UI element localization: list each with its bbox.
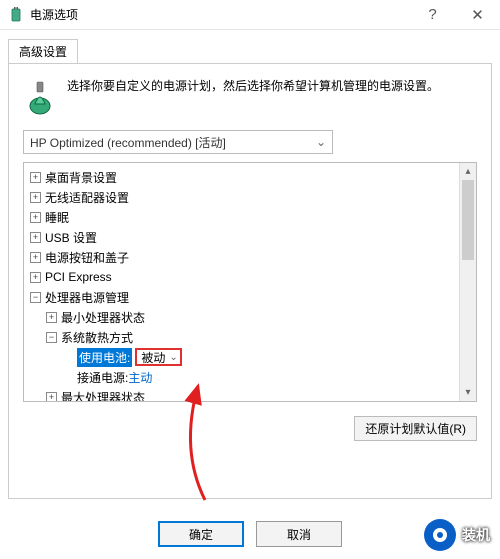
- tree-row[interactable]: + 电源按钮和盖子: [26, 247, 459, 267]
- expand-icon[interactable]: +: [30, 212, 41, 223]
- tree-item-label: 处理器电源管理: [45, 289, 129, 306]
- watermark-text: 装机: [462, 525, 490, 545]
- tree-row[interactable]: −系统散热方式: [42, 327, 459, 347]
- tree-row[interactable]: + 最大处理器状态: [42, 387, 459, 401]
- tree-row[interactable]: 使用电池: 被动 ⌄: [58, 347, 459, 367]
- tree-item-label: 电源按钮和盖子: [45, 249, 129, 266]
- watermark: 装机: [424, 519, 490, 551]
- tab-panel: 选择你要自定义的电源计划，然后选择你希望计算机管理的电源设置。 HP Optim…: [8, 63, 492, 499]
- collapse-icon[interactable]: −: [30, 292, 41, 303]
- cancel-button[interactable]: 取消: [256, 521, 342, 547]
- restore-defaults-button[interactable]: 还原计划默认值(R): [354, 416, 477, 441]
- tree-item-label: 系统散热方式: [61, 329, 133, 346]
- tree-row[interactable]: 接通电源: 主动: [58, 367, 459, 387]
- help-button[interactable]: ?: [410, 0, 455, 30]
- expand-icon[interactable]: +: [46, 312, 57, 323]
- watermark-logo-icon: [424, 519, 456, 551]
- expand-icon[interactable]: +: [30, 252, 41, 263]
- tree-row[interactable]: + 无线适配器设置: [26, 187, 459, 207]
- tree-item-label: 最大处理器状态: [61, 389, 145, 402]
- battery-bulb-icon: [23, 76, 57, 116]
- tree-item-label: 桌面背景设置: [45, 169, 117, 186]
- value-text: 主动: [128, 369, 152, 386]
- tree-row[interactable]: + PCI Express: [26, 267, 459, 287]
- power-plan-dropdown[interactable]: HP Optimized (recommended) [活动] ⌄: [23, 130, 333, 154]
- tree-item-label: 睡眠: [45, 209, 69, 226]
- tree-row[interactable]: + 桌面背景设置: [26, 167, 459, 187]
- chevron-down-icon: ⌄: [169, 352, 177, 363]
- collapse-icon[interactable]: −: [46, 332, 57, 343]
- tree-item-label: PCI Express: [45, 270, 112, 284]
- tree-item-label: 无线适配器设置: [45, 189, 129, 206]
- tree-row[interactable]: + USB 设置: [26, 227, 459, 247]
- close-button[interactable]: ✕: [455, 0, 500, 30]
- scroll-up-icon[interactable]: ▴: [460, 163, 476, 180]
- title-bar: 电源选项 ? ✕: [0, 0, 500, 30]
- tree-item-label: 最小处理器状态: [61, 309, 145, 326]
- expand-icon[interactable]: +: [46, 392, 57, 402]
- power-plan-label: HP Optimized (recommended) [活动]: [30, 134, 226, 151]
- tree-row[interactable]: + 睡眠: [26, 207, 459, 227]
- expand-icon[interactable]: +: [30, 172, 41, 183]
- scroll-thumb[interactable]: [462, 180, 474, 260]
- window-title: 电源选项: [30, 6, 410, 23]
- value-dropdown[interactable]: 被动 ⌄: [135, 348, 181, 366]
- scroll-down-icon[interactable]: ▾: [460, 384, 476, 401]
- tab-advanced[interactable]: 高级设置: [8, 39, 78, 64]
- tree-item-label: 使用电池:: [77, 348, 132, 367]
- settings-tree: + 桌面背景设置 + 无线适配器设置 + 睡眠 + USB 设置 + 电源按钮和盖子 + PCI Ex…: [23, 162, 477, 402]
- tree-item-label: USB 设置: [45, 229, 97, 246]
- ok-button[interactable]: 确定: [158, 521, 244, 547]
- power-options-icon: [8, 7, 24, 23]
- expand-icon[interactable]: +: [30, 272, 41, 283]
- description-text: 选择你要自定义的电源计划，然后选择你希望计算机管理的电源设置。: [67, 76, 439, 116]
- chevron-down-icon: ⌄: [316, 135, 326, 149]
- expand-icon[interactable]: +: [30, 192, 41, 203]
- value-text: 被动: [141, 349, 165, 366]
- tree-row[interactable]: −处理器电源管理: [26, 287, 459, 307]
- expand-icon[interactable]: +: [30, 232, 41, 243]
- tree-item-label: 接通电源:: [77, 369, 128, 386]
- tree-row[interactable]: + 最小处理器状态: [42, 307, 459, 327]
- tab-container: 高级设置 选择你要自定义的电源计划，然后选择你希望计算机管理的电源设置。 HP …: [0, 30, 500, 499]
- scrollbar-vertical[interactable]: ▴ ▾: [459, 163, 476, 401]
